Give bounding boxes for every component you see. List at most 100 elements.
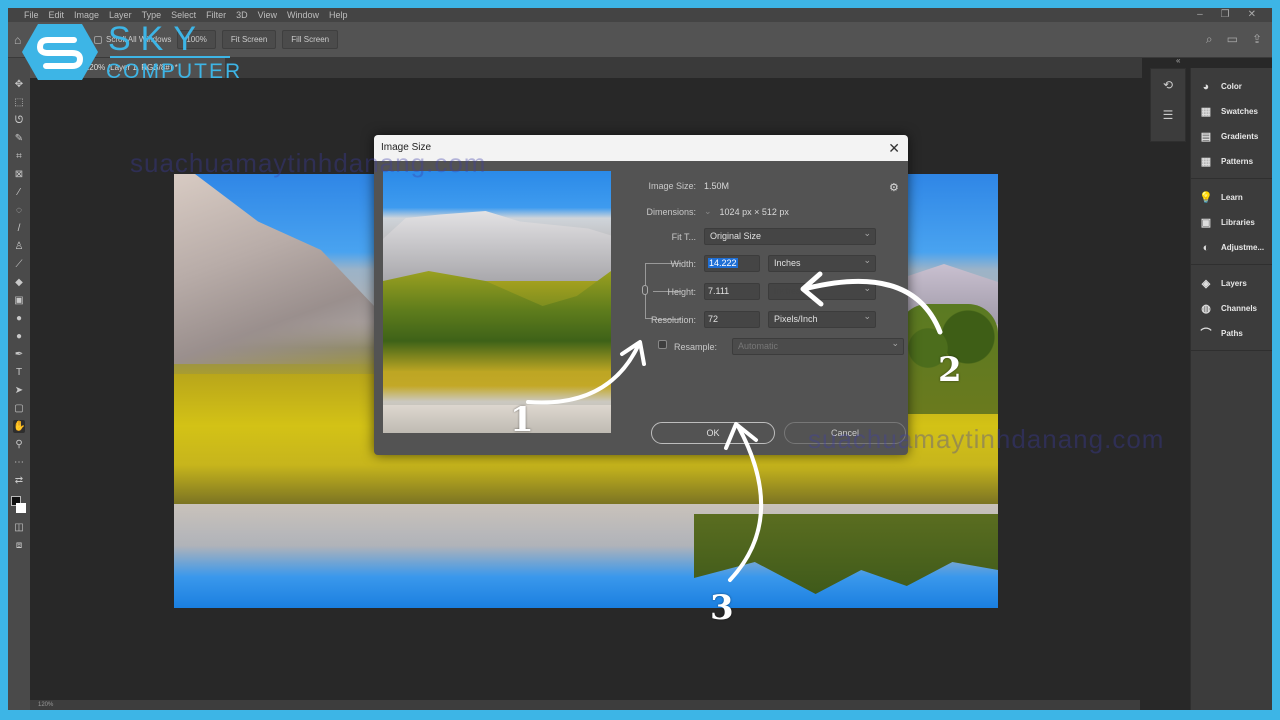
menu-window[interactable]: Window <box>287 10 319 20</box>
path-selection-tool-icon[interactable]: ➤ <box>13 384 25 397</box>
history-icon[interactable]: ⟲ <box>1160 77 1176 93</box>
rectangle-tool-icon[interactable]: ▢ <box>13 402 25 415</box>
logo-text-sky: SKY <box>108 20 207 58</box>
image-size-dialog: Image Size ✕ ⚙ Image Size: 1.50M Dimensi… <box>374 135 908 455</box>
search-icon[interactable]: ⌕ <box>1206 32 1213 47</box>
fit-to-row: Fit T... Original Size <box>624 226 876 245</box>
gradients-icon: ▤ <box>1200 130 1212 143</box>
more-tools-icon[interactable]: ⋯ <box>13 456 25 469</box>
image-size-label: Image Size: <box>648 181 696 191</box>
height-label: Height: <box>667 286 696 297</box>
panel-group-learn: 💡 Learn ▣ Libraries ◐ Adjustme... <box>1191 179 1272 265</box>
minimize-icon[interactable]: – <box>1197 9 1203 20</box>
resolution-label: Resolution: <box>650 314 696 325</box>
panel-color[interactable]: ◕ Color <box>1191 74 1272 99</box>
history-brush-tool-icon[interactable]: ⟋ <box>13 258 25 271</box>
healing-tool-icon[interactable]: ◌ <box>13 204 25 217</box>
gradient-tool-icon[interactable]: ▣ <box>13 294 25 307</box>
menu-view[interactable]: View <box>258 10 277 20</box>
cancel-button[interactable]: Cancel <box>784 422 906 444</box>
quick-select-tool-icon[interactable]: ✎ <box>13 132 25 145</box>
status-zoom: 120% <box>38 702 54 708</box>
panel-patterns[interactable]: ▦ Patterns <box>1191 149 1272 174</box>
workspace-icon[interactable]: ▭ <box>1227 32 1238 47</box>
panel-gradients[interactable]: ▤ Gradients <box>1191 124 1272 149</box>
gear-icon[interactable]: ⚙ <box>889 181 899 194</box>
panel-layers[interactable]: ◈ Layers <box>1191 271 1272 296</box>
preview-reflection <box>383 405 611 433</box>
preview-mountains <box>383 211 611 281</box>
screen-mode-icon[interactable]: ⧈ <box>13 539 25 552</box>
frame-tool-icon[interactable]: ⊠ <box>13 168 25 181</box>
clone-stamp-tool-icon[interactable]: ♙ <box>13 240 25 253</box>
patterns-icon: ▦ <box>1200 155 1212 168</box>
panel-paths[interactable]: ⌒ Paths <box>1191 321 1272 346</box>
panel-label: Libraries <box>1221 218 1255 227</box>
fit-to-select[interactable]: Original Size <box>704 226 876 245</box>
swap-colors-icon[interactable]: ⇄ <box>13 474 25 487</box>
panel-label: Paths <box>1221 329 1243 338</box>
panel-libraries[interactable]: ▣ Libraries <box>1191 210 1272 235</box>
collapse-panels-icon[interactable]: « <box>1176 56 1180 65</box>
sky-computer-logo: SKY COMPUTER <box>18 18 240 88</box>
height-input[interactable]: 7.111 <box>704 283 760 300</box>
resolution-input[interactable]: 72 <box>704 311 760 328</box>
close-icon[interactable]: ✕ <box>888 135 900 161</box>
panel-learn[interactable]: 💡 Learn <box>1191 185 1272 210</box>
width-value[interactable]: 14.222 <box>708 258 738 268</box>
width-input[interactable]: 14.222 <box>704 255 760 272</box>
background-color[interactable] <box>16 503 26 513</box>
close-window-icon[interactable]: ✕ <box>1248 9 1256 20</box>
resolution-unit-select[interactable]: Pixels/Inch <box>768 309 876 328</box>
image-mountain-left <box>174 174 384 364</box>
dialog-title-bar[interactable]: Image Size ✕ <box>374 135 908 161</box>
panel-label: Learn <box>1221 193 1243 202</box>
panel-swatches[interactable]: ▦ Swatches <box>1191 99 1272 124</box>
lasso-tool-icon[interactable]: ᘎ <box>13 114 25 127</box>
resample-select[interactable]: Automatic <box>732 336 904 355</box>
width-row: Width: 14.222 Inches <box>624 253 876 272</box>
color-swatches[interactable] <box>11 496 27 516</box>
hand-tool-icon[interactable]: ✋ <box>13 420 25 433</box>
tools-panel: ✥ ⬚ ᘎ ✎ ⌗ ⊠ ⁄ ◌ / ♙ ⟋ ◆ ▣ ● ● ✒ T ➤ ▢ ✋ … <box>8 58 30 710</box>
width-unit-select[interactable]: Inches <box>768 253 876 272</box>
quick-mask-icon[interactable]: ◫ <box>13 521 25 534</box>
ok-button[interactable]: OK <box>651 422 775 444</box>
photoshop-window: File Edit Image Layer Type Select Filter… <box>8 8 1272 710</box>
eyedropper-tool-icon[interactable]: ⁄ <box>13 186 25 199</box>
panel-icon-strip: ⟲ ☰ <box>1150 68 1186 142</box>
maximize-icon[interactable]: ❐ <box>1221 9 1230 20</box>
brush-tool-icon[interactable]: / <box>13 222 25 235</box>
dodge-tool-icon[interactable]: ● <box>13 330 25 343</box>
dimensions-value: 1024 px × 512 px <box>719 206 789 217</box>
dimensions-row: Dimensions: ⌄ 1024 px × 512 px <box>624 206 789 217</box>
fit-to-label: Fit T... <box>671 231 696 242</box>
zoom-tool-icon[interactable]: ⚲ <box>13 438 25 451</box>
pen-tool-icon[interactable]: ✒ <box>13 348 25 361</box>
channels-icon: ◍ <box>1201 302 1211 315</box>
properties-icon[interactable]: ☰ <box>1160 107 1176 123</box>
panel-channels[interactable]: ◍ Channels <box>1191 296 1272 321</box>
resample-label: Resample: <box>674 341 718 352</box>
panel-label: Patterns <box>1221 157 1254 166</box>
panel-adjustments[interactable]: ◐ Adjustme... <box>1191 235 1272 260</box>
libraries-icon: ▣ <box>1200 216 1212 229</box>
type-tool-icon[interactable]: T <box>13 366 25 379</box>
resample-checkbox[interactable] <box>658 340 667 349</box>
panel-label: Adjustme... <box>1221 243 1265 252</box>
logo-text-computer: COMPUTER <box>106 60 243 83</box>
marquee-tool-icon[interactable]: ⬚ <box>13 96 25 109</box>
share-icon[interactable]: ⇪ <box>1252 32 1262 47</box>
dimensions-dropdown-icon[interactable]: ⌄ <box>704 206 712 217</box>
blur-tool-icon[interactable]: ● <box>13 312 25 325</box>
menu-help[interactable]: Help <box>329 10 348 20</box>
panel-group-layers: ◈ Layers ◍ Channels ⌒ Paths <box>1191 265 1272 351</box>
menu-3d[interactable]: 3D <box>236 10 248 20</box>
crop-tool-icon[interactable]: ⌗ <box>13 150 25 163</box>
height-unit-select[interactable]: Inches <box>768 281 876 300</box>
color-icon: ◕ <box>1202 80 1210 93</box>
image-preview[interactable] <box>383 171 611 433</box>
step-2-label: 2 <box>938 350 962 390</box>
fill-screen-button[interactable]: Fill Screen <box>282 30 339 49</box>
eraser-tool-icon[interactable]: ◆ <box>13 276 25 289</box>
